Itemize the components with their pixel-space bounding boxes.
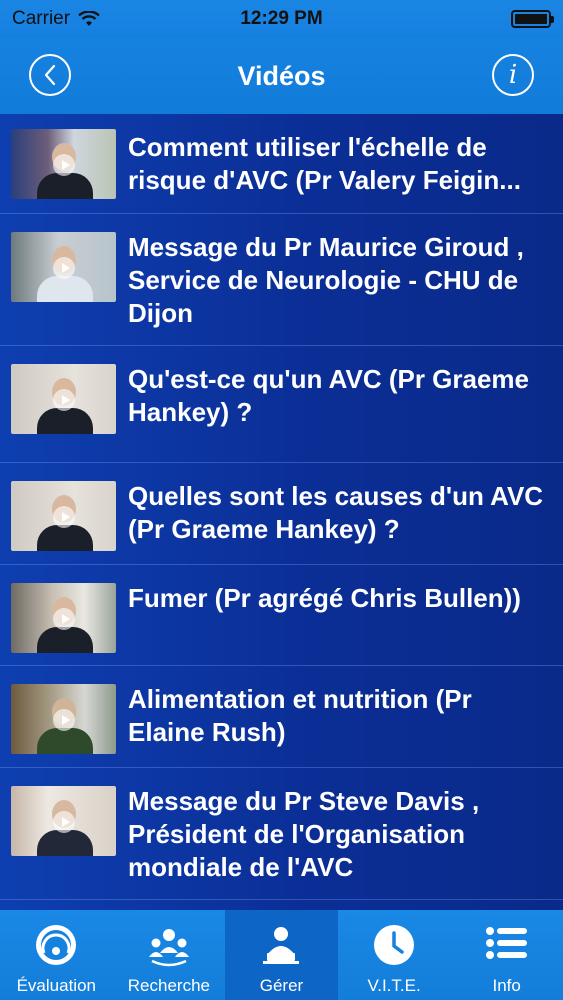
video-row[interactable]: Qu'est-ce qu'un AVC (Pr Graeme Hankey) ?	[0, 346, 563, 463]
tab-label: V.I.T.E.	[367, 976, 421, 995]
video-title-line: Comment utiliser l'échelle de	[128, 132, 487, 162]
play-icon	[53, 389, 75, 411]
play-icon	[53, 608, 75, 630]
video-title: Comment utiliser l'échelle de risque d'AV…	[128, 131, 551, 197]
status-bar: Carrier 12:29 PM	[0, 0, 563, 38]
video-thumbnail	[11, 786, 116, 856]
video-row[interactable]: Message du Pr Steve Davis , Président de…	[0, 768, 563, 900]
tab-bar: Évaluation Recherche Gérer V.I.T.E. Info	[0, 910, 563, 1000]
list-icon	[484, 922, 530, 968]
video-title: Quelles sont les causes d'un AVC (Pr Gra…	[128, 481, 544, 544]
video-title: Message du Pr Steve Davis , Président de…	[128, 786, 480, 882]
video-list: Comment utiliser l'échelle de risque d'AV…	[0, 114, 563, 910]
wifi-icon	[78, 11, 100, 26]
tab-info[interactable]: Info	[450, 910, 563, 1000]
video-thumbnail	[11, 583, 116, 653]
video-row[interactable]: Comment utiliser l'échelle de risque d'AV…	[0, 114, 563, 214]
tab-label: Évaluation	[16, 976, 96, 995]
info-icon: i	[508, 60, 518, 90]
carrier-label: Carrier	[12, 8, 71, 29]
tab-gerer[interactable]: Gérer	[225, 910, 338, 1000]
video-title: Fumer (Pr agrégé Chris Bullen))	[128, 583, 521, 613]
page-title: Vidéos	[237, 60, 326, 91]
video-thumbnail	[11, 364, 116, 434]
video-row[interactable]: Fumer (Pr agrégé Chris Bullen))	[0, 565, 563, 666]
video-thumbnail	[11, 232, 116, 302]
chevron-left-icon	[44, 64, 56, 86]
info-button[interactable]: i	[492, 54, 534, 96]
navigation-bar: Vidéos i	[0, 38, 563, 114]
video-title: Alimentation et nutrition (Pr Elaine Rus…	[128, 684, 472, 747]
video-title: Message du Pr Maurice Giroud , Service d…	[128, 232, 524, 328]
video-thumbnail	[11, 684, 116, 754]
play-icon	[53, 709, 75, 731]
people-icon	[146, 922, 192, 968]
tab-evaluation[interactable]: Évaluation	[0, 910, 113, 1000]
person-computer-icon	[258, 922, 304, 968]
play-icon	[53, 506, 75, 528]
video-row[interactable]: Message du Pr Maurice Giroud , Service d…	[0, 214, 563, 346]
video-title-line: risque d'AVC (Pr Valery Feigin...	[128, 165, 521, 195]
play-icon	[53, 257, 75, 279]
back-button[interactable]	[29, 54, 71, 96]
tab-vite[interactable]: V.I.T.E.	[338, 910, 451, 1000]
clock-icon	[371, 922, 417, 968]
gauge-icon	[33, 922, 79, 968]
battery-icon	[511, 10, 554, 28]
tab-label: Gérer	[259, 976, 304, 995]
play-icon	[53, 811, 75, 833]
video-thumbnail	[11, 129, 116, 199]
tab-recherche[interactable]: Recherche	[113, 910, 226, 1000]
video-thumbnail	[11, 481, 116, 551]
tab-label: Recherche	[127, 976, 210, 995]
tab-label: Info	[492, 976, 521, 995]
status-left: Carrier	[12, 8, 100, 30]
video-title: Qu'est-ce qu'un AVC (Pr Graeme Hankey) ?	[128, 364, 530, 427]
play-icon	[53, 154, 75, 176]
video-row[interactable]: Alimentation et nutrition (Pr Elaine Rus…	[0, 666, 563, 768]
video-row[interactable]: Quelles sont les causes d'un AVC (Pr Gra…	[0, 463, 563, 565]
